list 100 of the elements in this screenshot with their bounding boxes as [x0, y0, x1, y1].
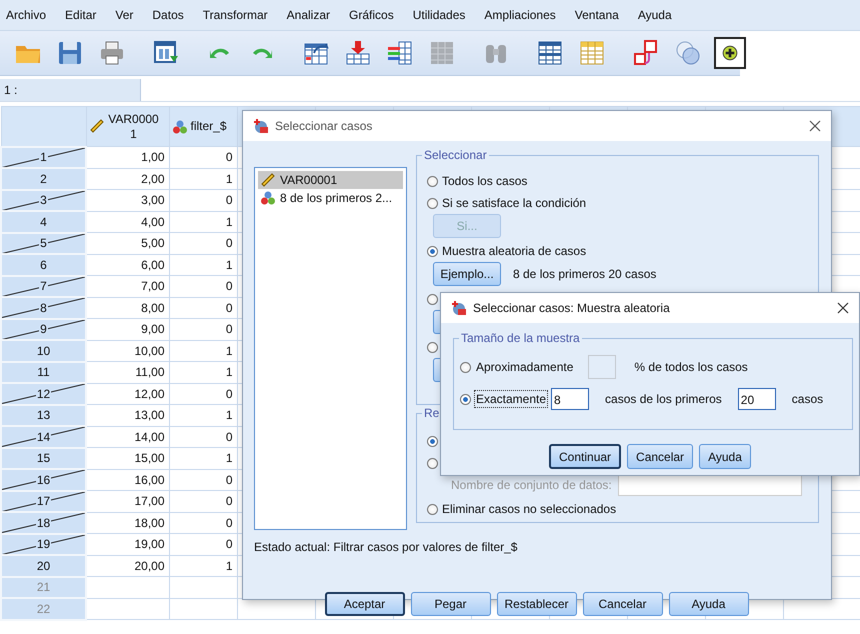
dialog-button[interactable]: Aceptar [324, 592, 404, 616]
radio-button[interactable] [427, 458, 438, 468]
row-header[interactable]: 7 [1, 276, 86, 297]
field-label: Nombre de conjunto de datos: [451, 478, 612, 492]
option-label[interactable]: Si se satisface la condición [442, 196, 586, 210]
input-field[interactable]: 8 [551, 388, 590, 410]
row-header[interactable]: 10 [1, 340, 86, 362]
menu-item[interactable]: Ayuda [638, 8, 672, 22]
variable-name: VAR00001 [280, 173, 338, 187]
row-number: 15 [36, 451, 52, 466]
row-header[interactable]: 15 [1, 448, 86, 469]
variable-name: 8 de los primeros 2... [280, 191, 392, 205]
table-cell: 1 [169, 211, 237, 232]
row-header[interactable]: 19 [1, 534, 86, 555]
option-label[interactable]: Muestra aleatoria de casos [442, 244, 586, 258]
table-cell: 16,00 [86, 469, 169, 490]
row-header[interactable]: 17 [1, 490, 86, 512]
table-cell: 2,00 [86, 168, 169, 190]
radio-button[interactable] [460, 394, 471, 404]
dialog-button[interactable]: Cancelar [627, 444, 694, 469]
menu-item[interactable]: Editar [65, 8, 96, 22]
table-cell: 1 [169, 254, 237, 276]
radio-button[interactable] [427, 294, 438, 304]
variable-item[interactable]: VAR00001 [258, 171, 403, 189]
radio-button[interactable] [427, 436, 438, 446]
variable-item[interactable]: 8 de los primeros 2... [258, 189, 403, 207]
input-field[interactable]: 20 [738, 388, 776, 410]
radio-button[interactable] [427, 342, 438, 352]
close-icon[interactable] [809, 120, 821, 132]
menu-item[interactable]: Gráficos [349, 8, 394, 22]
table-cell: 10,00 [86, 340, 169, 362]
column-name: filter_$ [190, 118, 227, 132]
table-cell: 1 [169, 555, 237, 576]
menu-item[interactable]: Utilidades [412, 8, 466, 22]
cell-reference: 1 : [0, 79, 140, 101]
radio-button[interactable] [460, 362, 471, 372]
table-cell: 19,00 [86, 534, 169, 555]
row-header[interactable]: 11 [1, 362, 86, 383]
table-cell: 0 [169, 146, 237, 168]
table-cell: 8,00 [86, 297, 169, 318]
dialog-button[interactable]: Ayuda [668, 592, 748, 616]
dialog-button[interactable]: Cancelar [582, 592, 662, 616]
menu-item[interactable]: Analizar [286, 8, 330, 22]
row-number: 16 [36, 472, 52, 487]
row-number: 4 [39, 214, 48, 229]
table-cell: 0 [169, 469, 237, 490]
table-cell: 13,00 [86, 404, 169, 426]
menu-item[interactable]: Archivo [6, 8, 46, 22]
table-plus-icon [253, 118, 269, 134]
row-number: 12 [36, 386, 52, 401]
row-number: 20 [36, 558, 52, 573]
menu-item[interactable]: Transformar [202, 8, 268, 22]
radio-button[interactable] [427, 504, 438, 514]
option-label[interactable]: Exactamente [475, 391, 548, 407]
field-label: casos de los primeros [605, 392, 722, 406]
column-header[interactable]: filter_$ [169, 106, 237, 146]
row-number: 3 [39, 193, 48, 208]
dialog-title: Seleccionar casos: Muestra aleatoria [473, 301, 671, 315]
close-icon[interactable] [837, 302, 849, 314]
radio-button[interactable] [427, 176, 438, 186]
option-label[interactable]: Aproximadamente [475, 359, 574, 375]
plus-icon[interactable] [714, 37, 746, 69]
row-header[interactable]: 2 [1, 168, 86, 190]
column-header[interactable]: VAR00001 [86, 106, 169, 146]
dialog-button[interactable]: Pegar [410, 592, 490, 616]
row-header[interactable]: 16 [1, 469, 86, 490]
group-title: Tamaño de la muestra [459, 331, 582, 345]
row-number: 13 [36, 408, 52, 422]
row-header[interactable]: 6 [1, 254, 86, 276]
row-header[interactable]: 1 [1, 146, 86, 168]
option-label[interactable]: Todos los casos [442, 174, 528, 188]
row-header[interactable]: 20 [1, 555, 86, 576]
table-cell: 12,00 [86, 383, 169, 404]
row-header[interactable]: 4 [1, 211, 86, 232]
menu-item[interactable]: Ventana [574, 8, 619, 22]
row-header[interactable]: 3 [1, 190, 86, 211]
dialog-button[interactable]: Ayuda [699, 444, 751, 469]
radio-button[interactable] [427, 198, 438, 208]
row-header[interactable]: 5 [1, 232, 86, 254]
table-cell: 14,00 [86, 426, 169, 448]
dialog-button[interactable]: Continuar [549, 444, 622, 469]
table-cell: 4,00 [86, 211, 169, 232]
row-header[interactable]: 8 [1, 297, 86, 318]
row-header[interactable]: 9 [1, 318, 86, 340]
row-header[interactable]: 18 [1, 512, 86, 534]
menu-item[interactable]: Ampliaciones [484, 8, 556, 22]
dialog-button[interactable]: Restablecer [496, 592, 576, 616]
menu-item[interactable]: Ver [115, 8, 134, 22]
option-label[interactable]: Eliminar casos no seleccionados [442, 502, 616, 516]
ruler-icon [260, 172, 276, 188]
row-header[interactable]: 14 [1, 426, 86, 448]
table-cell: 1 [169, 404, 237, 426]
table-cell: 20,00 [86, 555, 169, 576]
input-field[interactable] [618, 474, 802, 496]
menu-item[interactable]: Datos [152, 8, 184, 22]
row-header[interactable]: 12 [1, 383, 86, 404]
row-header[interactable]: 13 [1, 404, 86, 426]
radio-button[interactable] [427, 246, 438, 256]
option-button[interactable]: Ejemplo... [433, 262, 501, 286]
table-cell: 1 [169, 340, 237, 362]
